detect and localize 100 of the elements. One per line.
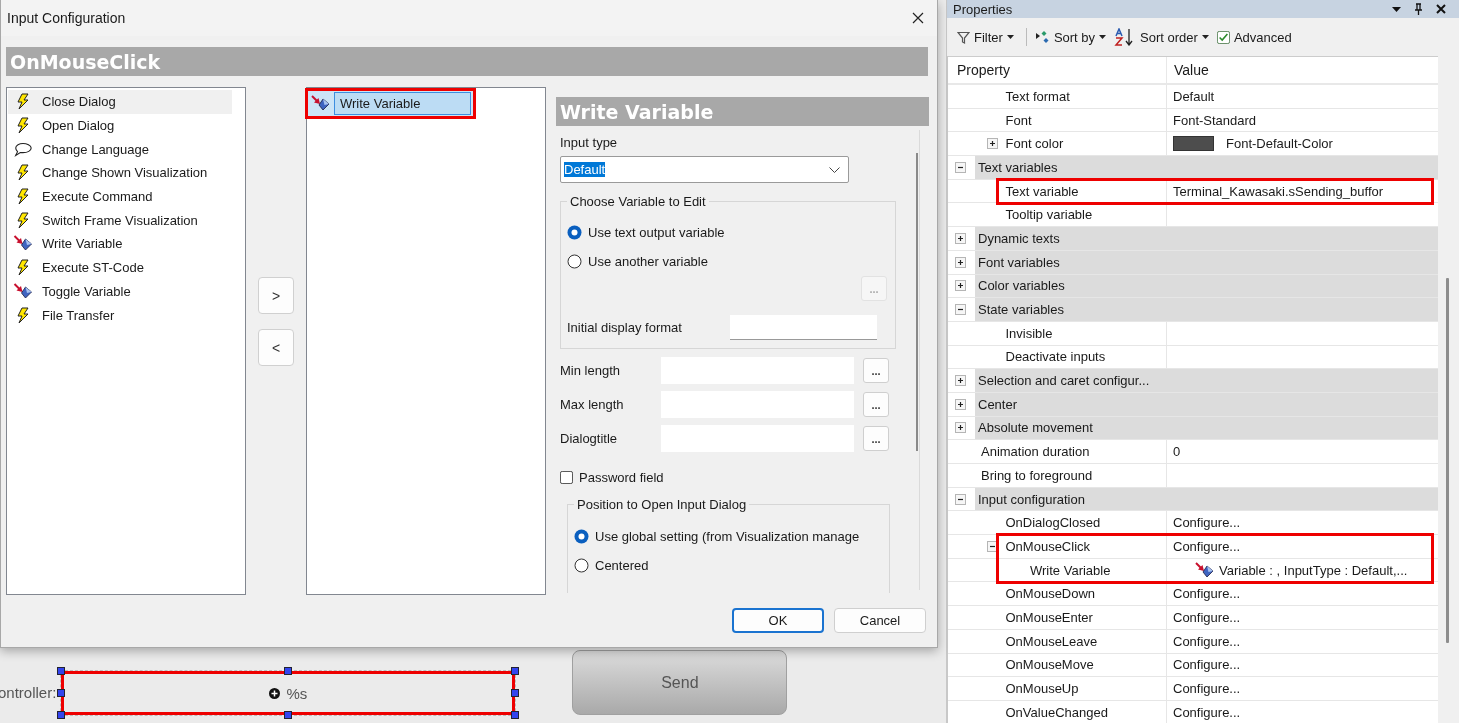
category-header[interactable]: Dynamic texts [975, 227, 1438, 250]
dialog-button[interactable]: Cancel [834, 608, 926, 633]
action-list-item[interactable]: Execute ST-Code [8, 255, 232, 280]
expand-icon[interactable] [986, 138, 998, 150]
plus-circle-icon [269, 687, 281, 699]
close-icon[interactable] [912, 12, 924, 24]
property-value[interactable]: Font-Standard [1173, 112, 1257, 128]
resize-handle[interactable] [57, 667, 66, 675]
radio-button[interactable] [574, 558, 589, 573]
action-list-item[interactable]: Change Shown Visualization [8, 161, 232, 185]
send-button[interactable]: Send [572, 650, 788, 715]
action-list-item[interactable]: Change Language [8, 137, 232, 162]
input-field[interactable] [730, 315, 877, 340]
close-icon[interactable] [1436, 4, 1446, 14]
action-list-item[interactable]: File Transfer [8, 303, 232, 327]
property-name: OnMouseMove [1005, 657, 1094, 673]
radio-button[interactable] [567, 225, 582, 240]
column-header[interactable]: Value [1167, 57, 1209, 83]
property-name: OnValueChanged [1005, 704, 1108, 720]
input-type-dropdown[interactable]: Default [560, 156, 849, 183]
resize-handle[interactable] [284, 667, 293, 675]
browse-button[interactable]: ... [863, 358, 889, 383]
property-value[interactable]: Configure... [1173, 586, 1241, 602]
expand-icon[interactable] [955, 232, 966, 244]
pin-icon[interactable] [1414, 3, 1423, 15]
category-header[interactable]: Color variables [975, 274, 1438, 298]
property-value[interactable]: Configure... [1173, 633, 1241, 649]
event-title-bar: OnMouseClick [6, 47, 928, 76]
property-value[interactable]: 0 [1173, 444, 1181, 460]
collapse-icon[interactable] [955, 161, 966, 173]
move-button[interactable]: < [258, 329, 294, 366]
filter-icon [957, 30, 970, 44]
action-list-item[interactable]: Switch Frame Visualization [8, 208, 232, 233]
checkbox[interactable] [1216, 30, 1230, 44]
dropdown-icon[interactable] [1392, 6, 1401, 12]
action-list-item[interactable]: Close Dialog [8, 90, 232, 114]
property-value[interactable]: Configure... [1173, 704, 1241, 720]
expand-icon[interactable] [955, 375, 966, 387]
browse-button[interactable]: ... [863, 426, 889, 451]
checkbox[interactable] [560, 471, 573, 484]
field-label: Input type [560, 135, 619, 150]
checkbox-label[interactable]: Password field [579, 470, 664, 485]
category-header[interactable]: Font variables [975, 250, 1438, 274]
resize-handle[interactable] [511, 667, 520, 675]
text-field[interactable]: %s [60, 670, 517, 716]
category-header[interactable]: Center [975, 392, 1438, 416]
arrow-cube-icon [13, 235, 33, 253]
category-header[interactable]: State variables [975, 298, 1438, 321]
caret-icon [1006, 35, 1014, 39]
resize-handle[interactable] [511, 689, 520, 697]
radio-label[interactable]: Use text output variable [588, 225, 725, 240]
radio-label[interactable]: Centered [595, 558, 649, 573]
resize-handle[interactable] [284, 711, 293, 719]
property-value[interactable]: Configure... [1173, 657, 1241, 673]
text-field-value: %s [286, 684, 308, 702]
assigned-action-item[interactable]: Write Variable [308, 91, 474, 116]
collapse-icon[interactable] [955, 493, 966, 505]
resize-handle[interactable] [57, 689, 66, 697]
expand-icon[interactable] [955, 256, 966, 268]
scrollbar-thumb[interactable] [916, 153, 918, 451]
arrow-cube-icon [311, 95, 330, 112]
category-header[interactable]: Absolute movement [975, 416, 1438, 440]
category-header[interactable]: Input configuration [975, 487, 1438, 511]
radio-button[interactable] [574, 529, 589, 544]
expand-icon[interactable] [955, 422, 966, 434]
toolbar-checkbox[interactable]: Advanced [1216, 29, 1296, 45]
action-list-item[interactable]: Toggle Variable [8, 279, 232, 304]
expand-icon[interactable] [955, 280, 966, 292]
collapse-icon[interactable] [986, 540, 998, 552]
property-name: Bring to foreground [981, 467, 1093, 483]
expand-icon[interactable] [955, 398, 966, 410]
property-value[interactable]: Terminal_Kawasaki.sSending_buffor [1173, 183, 1384, 199]
resize-handle[interactable] [57, 711, 66, 719]
toolbar-button[interactable]: Filter [957, 29, 1018, 45]
move-button[interactable]: > [258, 277, 294, 314]
window-title: Input Configuration [7, 10, 126, 26]
property-value[interactable]: Configure... [1173, 681, 1241, 697]
radio-button[interactable] [567, 254, 582, 269]
toolbar-button[interactable]: Sort by [1034, 29, 1111, 45]
property-value[interactable]: Configure... [1173, 609, 1241, 625]
radio-label[interactable]: Use another variable [588, 254, 708, 269]
category-header[interactable]: Text variables [975, 156, 1438, 179]
collapse-icon[interactable] [955, 304, 966, 316]
action-list-item[interactable]: Execute Command [8, 184, 232, 209]
category-header[interactable]: Selection and caret configur... [975, 369, 1438, 392]
browse-button[interactable]: ... [863, 392, 889, 417]
property-value[interactable]: Configure... [1173, 515, 1241, 531]
property-value[interactable]: Font-Default-Color [1226, 136, 1333, 152]
column-header[interactable]: Property [948, 57, 1167, 83]
property-value[interactable]: Default [1173, 88, 1215, 104]
toolbar-button[interactable]: Sort order [1114, 28, 1213, 46]
property-value[interactable]: Configure... [1173, 538, 1241, 554]
arrow-cube-icon [13, 282, 33, 300]
radio-label[interactable]: Use global setting (from Visualization manage [595, 529, 860, 544]
property-value[interactable]: Variable : , InputType : Default,... [1219, 562, 1408, 578]
resize-handle[interactable] [511, 711, 520, 719]
action-list-item[interactable]: Write Variable [8, 232, 232, 256]
scrollbar-thumb[interactable] [1446, 278, 1449, 643]
action-list-item[interactable]: Open Dialog [8, 113, 232, 138]
dialog-button[interactable]: OK [732, 608, 824, 633]
